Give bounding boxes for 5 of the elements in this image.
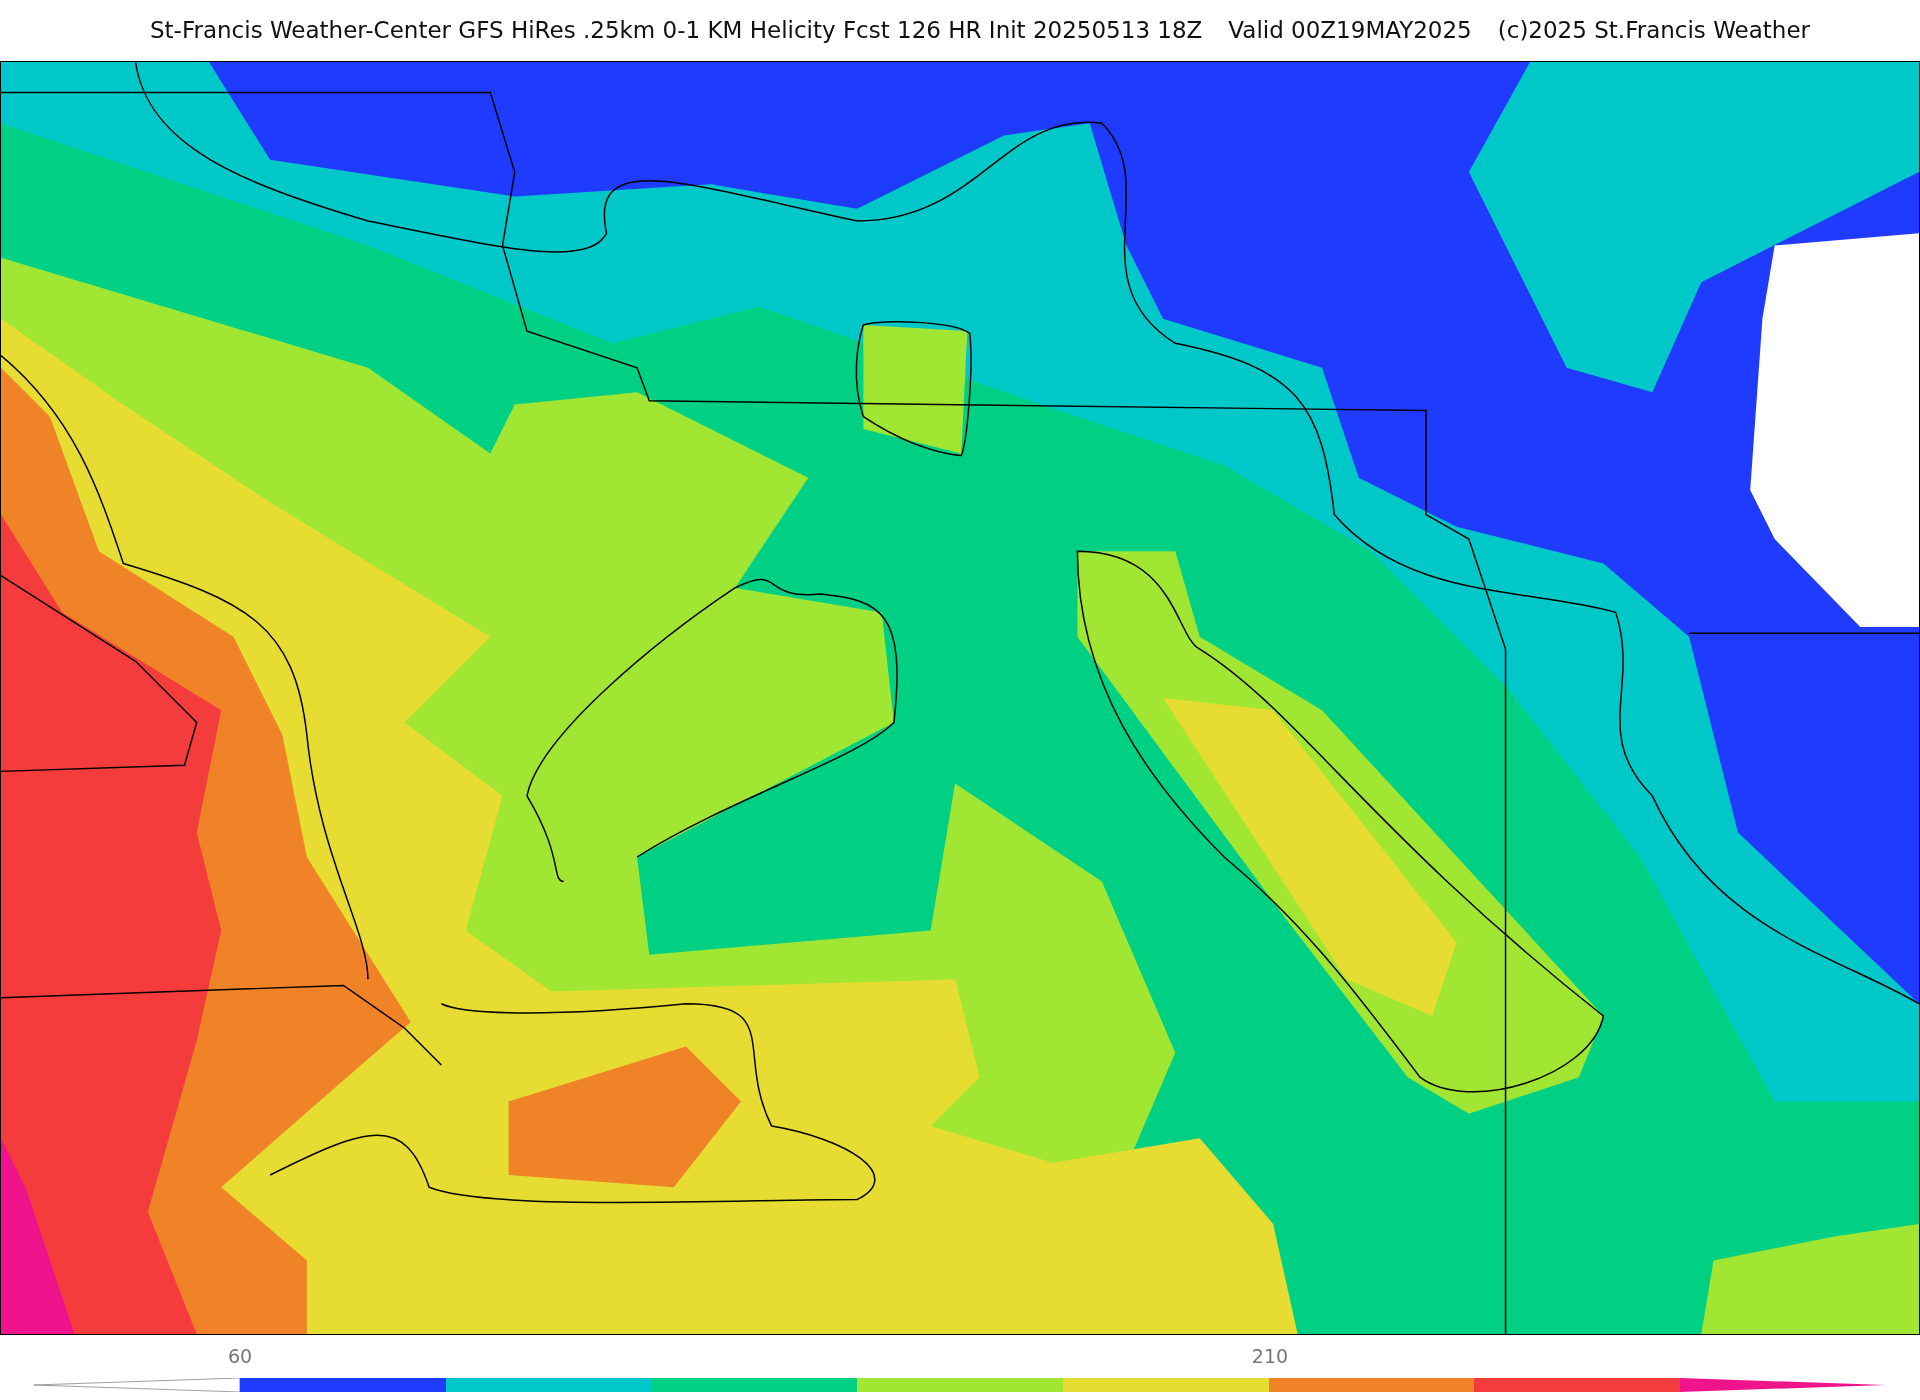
valid-time: Valid 00Z19MAY2025 [1228,16,1472,46]
chart-title: St-Francis Weather-Center GFS HiRes .25km 0-1 KM Helicity Fcst 126 HR Init 20250513 18Z [150,16,1203,46]
colorbar-tick-label: 210 [1251,1344,1289,1369]
copyright-text: (c)2025 St.Francis Weather [1497,16,1810,46]
colorbar-tick-label: 60 [227,1344,253,1369]
